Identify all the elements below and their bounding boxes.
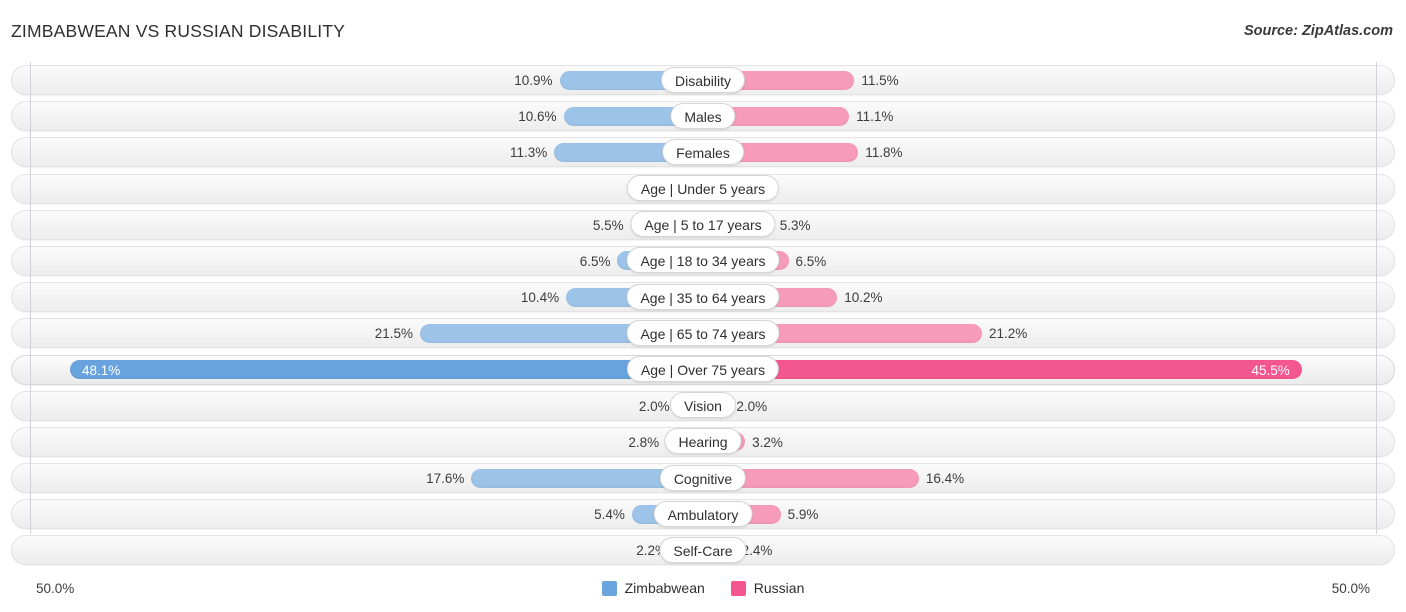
table-row[interactable]: 6.5% 6.5% Age | 18 to 34 years <box>0 243 1406 279</box>
row-category-label[interactable]: Age | Over 75 years <box>626 356 780 382</box>
row-category-label[interactable]: Ambulatory <box>653 500 753 527</box>
table-row[interactable]: 2.0% 2.0% Vision <box>0 388 1406 424</box>
table-row[interactable]: 10.6% 11.1% Males <box>0 98 1406 134</box>
chart-page: ZIMBABWEAN VS RUSSIAN DISABILITY Source:… <box>0 0 1406 612</box>
value-label-russian: 2.0% <box>736 398 768 414</box>
row-category-label[interactable]: Age | 5 to 17 years <box>630 211 776 238</box>
legend-swatch-icon <box>730 580 746 596</box>
page-title: ZIMBABWEAN VS RUSSIAN DISABILITY <box>11 21 346 41</box>
row-category-label[interactable]: Age | Under 5 years <box>626 175 780 202</box>
value-label-russian: 11.1% <box>856 109 894 125</box>
table-row[interactable]: 10.4% 10.2% Age | 35 to 64 years <box>0 279 1406 315</box>
value-label-zimbabwean: 11.3% <box>510 145 548 161</box>
value-label-russian: 45.5% <box>1251 362 1290 378</box>
bar-zimbabwean[interactable] <box>70 360 703 379</box>
value-label-zimbabwean: 2.8% <box>628 434 660 450</box>
value-label-zimbabwean: 17.6% <box>426 471 465 487</box>
legend-item[interactable]: Russian <box>730 580 805 596</box>
value-label-russian: 11.5% <box>861 73 899 88</box>
row-category-label[interactable]: Cognitive <box>659 464 747 491</box>
row-category-label[interactable]: Age | 18 to 34 years <box>626 247 780 274</box>
value-label-russian: 16.4% <box>925 471 965 487</box>
value-label-zimbabwean: 2.0% <box>638 398 670 414</box>
bar-russian[interactable] <box>703 360 1302 379</box>
value-label-russian: 5.9% <box>787 507 819 523</box>
table-row[interactable]: 5.4% 5.9% Ambulatory <box>0 496 1406 532</box>
value-label-zimbabwean: 10.9% <box>514 73 553 88</box>
value-label-russian: 21.2% <box>988 326 1028 342</box>
value-label-russian: 11.8% <box>865 145 903 161</box>
row-category-label[interactable]: Females <box>662 138 744 165</box>
table-row[interactable]: 2.8% 3.2% Hearing <box>0 424 1406 460</box>
chart-header: ZIMBABWEAN VS RUSSIAN DISABILITY Source:… <box>0 0 1406 56</box>
table-row[interactable]: 21.5% 21.2% Age | 65 to 74 years <box>0 315 1406 351</box>
row-category-label[interactable]: Age | 35 to 64 years <box>626 283 780 310</box>
value-label-russian: 3.2% <box>752 434 783 450</box>
legend-item[interactable]: Zimbabwean <box>601 580 705 596</box>
row-category-label[interactable]: Age | 65 to 74 years <box>626 319 780 346</box>
value-label-russian: 6.5% <box>795 253 827 269</box>
value-label-zimbabwean: 5.4% <box>594 507 625 523</box>
table-row[interactable]: 11.3% 11.8% Females <box>0 134 1406 170</box>
table-row[interactable]: 10.9% 11.5% Disability <box>0 62 1406 98</box>
row-category-label[interactable]: Disability <box>660 66 746 93</box>
table-row[interactable]: 5.5% 5.3% Age | 5 to 17 years <box>0 207 1406 243</box>
chart-plot-area: 10.9% 11.5% Disability 10.6% 11.1% Males 11.3%… <box>0 62 1406 572</box>
axis-gridline-right <box>1376 62 1377 534</box>
table-row[interactable]: 17.6% 16.4% Cognitive <box>0 460 1406 496</box>
value-label-zimbabwean: 5.5% <box>592 217 624 233</box>
row-category-label[interactable]: Vision <box>670 392 736 419</box>
table-row[interactable]: 2.2% 2.4% Self-Care <box>0 532 1406 568</box>
legend-swatch-icon <box>601 580 617 596</box>
value-label-russian: 5.3% <box>779 217 811 233</box>
source-attribution: Source: ZipAtlas.com <box>1243 23 1393 39</box>
value-label-zimbabwean: 21.5% <box>374 326 414 342</box>
table-row[interactable]: 1.2%1.4%Age | Under 5 years <box>0 171 1406 207</box>
table-row[interactable]: 48.1% 45.5% Age | Over 75 years <box>0 352 1406 388</box>
value-label-russian: 10.2% <box>844 290 883 306</box>
value-label-zimbabwean: 10.6% <box>518 109 557 125</box>
chart-footer: 50.0% 50.0% Zimbabwean Russian <box>0 576 1406 606</box>
value-label-zimbabwean: 10.4% <box>520 290 560 306</box>
axis-gridline-left <box>30 62 31 534</box>
value-label-zimbabwean: 6.5% <box>579 253 611 269</box>
value-label-zimbabwean: 48.1% <box>82 362 121 378</box>
row-category-label[interactable]: Males <box>670 102 736 129</box>
row-category-label[interactable]: Hearing <box>664 428 742 455</box>
legend-label: Zimbabwean <box>624 580 705 596</box>
row-category-label[interactable]: Self-Care <box>659 536 747 563</box>
legend-label: Russian <box>753 580 805 596</box>
bar-rows-container: 10.9% 11.5% Disability 10.6% 11.1% Males 11.3%… <box>0 62 1406 569</box>
chart-legend: Zimbabwean Russian <box>0 580 1406 596</box>
